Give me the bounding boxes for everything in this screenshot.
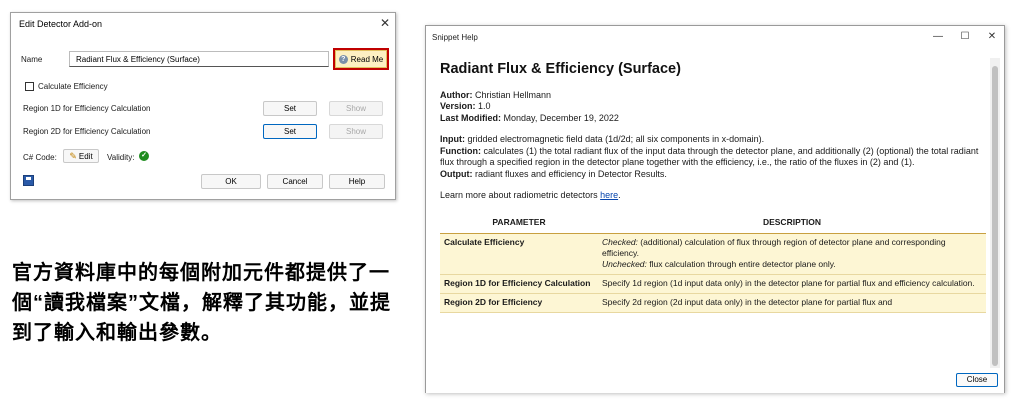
name-field[interactable]: Radiant Flux & Efficiency (Surface) bbox=[69, 51, 329, 67]
param-description: Specify 1d region (1d input data only) i… bbox=[598, 274, 986, 294]
input-text: gridded electromagnetic field data (1d/2… bbox=[467, 134, 765, 144]
help-button[interactable]: Help bbox=[329, 174, 385, 189]
param-name: Calculate Efficiency bbox=[440, 233, 598, 275]
table-header: DESCRIPTION bbox=[598, 211, 986, 234]
edit-label: Edit bbox=[78, 151, 93, 161]
edit-code-button[interactable]: ✎ Edit bbox=[63, 149, 99, 163]
author-label: Author: bbox=[440, 89, 473, 100]
unchecked-text: flux calculation through entire detector… bbox=[649, 259, 836, 269]
table-row: Calculate Efficiency Checked: (additiona… bbox=[440, 233, 986, 275]
calculate-efficiency-label: Calculate Efficiency bbox=[38, 82, 108, 91]
function-text: calculates (1) the total radiant flux of… bbox=[440, 145, 979, 168]
modified-value: Monday, December 19, 2022 bbox=[503, 112, 619, 123]
author-value: Christian Hellmann bbox=[475, 89, 552, 100]
minimize-icon[interactable]: — bbox=[926, 28, 950, 46]
version-value: 1.0 bbox=[478, 101, 491, 111]
close-icon[interactable]: ✕ bbox=[377, 15, 393, 31]
pencil-icon: ✎ bbox=[69, 150, 77, 161]
function-label: Function: bbox=[440, 145, 481, 156]
set-region-1d-button[interactable]: Set bbox=[263, 101, 317, 116]
param-name: Region 2D for Efficiency bbox=[440, 293, 598, 313]
ok-button[interactable]: OK bbox=[201, 174, 261, 189]
param-description: Specify 2d region (2d input data only) i… bbox=[598, 293, 986, 313]
edit-detector-dialog: Edit Detector Add-on ✕ Name Radiant Flux… bbox=[10, 12, 396, 200]
valid-check-icon: ✓ bbox=[139, 151, 149, 161]
scrollbar-thumb[interactable] bbox=[992, 66, 998, 366]
maximize-icon[interactable]: ☐ bbox=[953, 28, 977, 46]
checked-label: Checked: bbox=[602, 237, 638, 247]
set-region-2d-button[interactable]: Set bbox=[263, 124, 317, 139]
modified-label: Last Modified: bbox=[440, 112, 501, 123]
region-2d-label: Region 2D for Efficiency Calculation bbox=[23, 127, 151, 136]
show-region-1d-button[interactable]: Show bbox=[329, 101, 383, 116]
calculate-efficiency-checkbox[interactable] bbox=[25, 82, 34, 91]
csharp-code-label: C# Code: bbox=[23, 153, 57, 162]
table-header-row: PARAMETER DESCRIPTION bbox=[440, 211, 986, 234]
help-content: Radiant Flux & Efficiency (Surface) Auth… bbox=[440, 61, 992, 313]
snippet-help-window: Snippet Help — ☐ ✕ Radiant Flux & Effici… bbox=[425, 25, 1005, 393]
chinese-caption: 官方資料庫中的每個附加元件都提供了一個“讀我檔案”文檔，解釋了其功能，並提到了輸… bbox=[12, 262, 391, 344]
learn-more-text: Learn more about radiometric detectors bbox=[440, 190, 598, 200]
name-label: Name bbox=[21, 55, 43, 64]
help-icon: ? bbox=[338, 54, 348, 64]
output-text: radiant fluxes and efficiency in Detecto… bbox=[475, 168, 667, 179]
checked-text: (additional) calculation of flux through… bbox=[602, 237, 946, 258]
footer-bar bbox=[426, 369, 1004, 393]
version-label: Version: bbox=[440, 101, 476, 111]
output-label: Output: bbox=[440, 168, 473, 179]
dialog-title: Edit Detector Add-on bbox=[19, 19, 103, 29]
window-title: Snippet Help bbox=[432, 33, 478, 42]
meta-block: Author: Christian Hellmann Version: 1.0 … bbox=[440, 90, 992, 125]
io-block: Input: gridded electromagnetic field dat… bbox=[440, 134, 992, 180]
table-row: Region 2D for Efficiency Specify 2d regi… bbox=[440, 293, 986, 313]
param-name: Region 1D for Efficiency Calculation bbox=[440, 274, 598, 294]
parameter-table: PARAMETER DESCRIPTION Calculate Efficien… bbox=[440, 211, 986, 313]
table-row: Region 1D for Efficiency Calculation Spe… bbox=[440, 274, 986, 294]
param-description: Checked: (additional) calculation of flu… bbox=[598, 233, 986, 275]
save-icon[interactable] bbox=[23, 175, 34, 186]
validity-label: Validity: bbox=[107, 153, 135, 162]
learn-more: Learn more about radiometric detectors h… bbox=[440, 190, 621, 200]
table-header: PARAMETER bbox=[440, 211, 598, 234]
unchecked-label: Unchecked: bbox=[602, 259, 647, 269]
readme-label: Read Me bbox=[350, 54, 384, 64]
close-icon[interactable]: ✕ bbox=[980, 28, 1004, 46]
close-button[interactable]: Close bbox=[956, 373, 998, 387]
help-heading: Radiant Flux & Efficiency (Surface) bbox=[440, 61, 681, 77]
learn-more-link[interactable]: here bbox=[600, 190, 618, 200]
region-1d-label: Region 1D for Efficiency Calculation bbox=[23, 104, 151, 113]
input-label: Input: bbox=[440, 134, 465, 144]
show-region-2d-button[interactable]: Show bbox=[329, 124, 383, 139]
readme-button[interactable]: ? Read Me bbox=[335, 50, 387, 68]
cancel-button[interactable]: Cancel bbox=[267, 174, 323, 189]
